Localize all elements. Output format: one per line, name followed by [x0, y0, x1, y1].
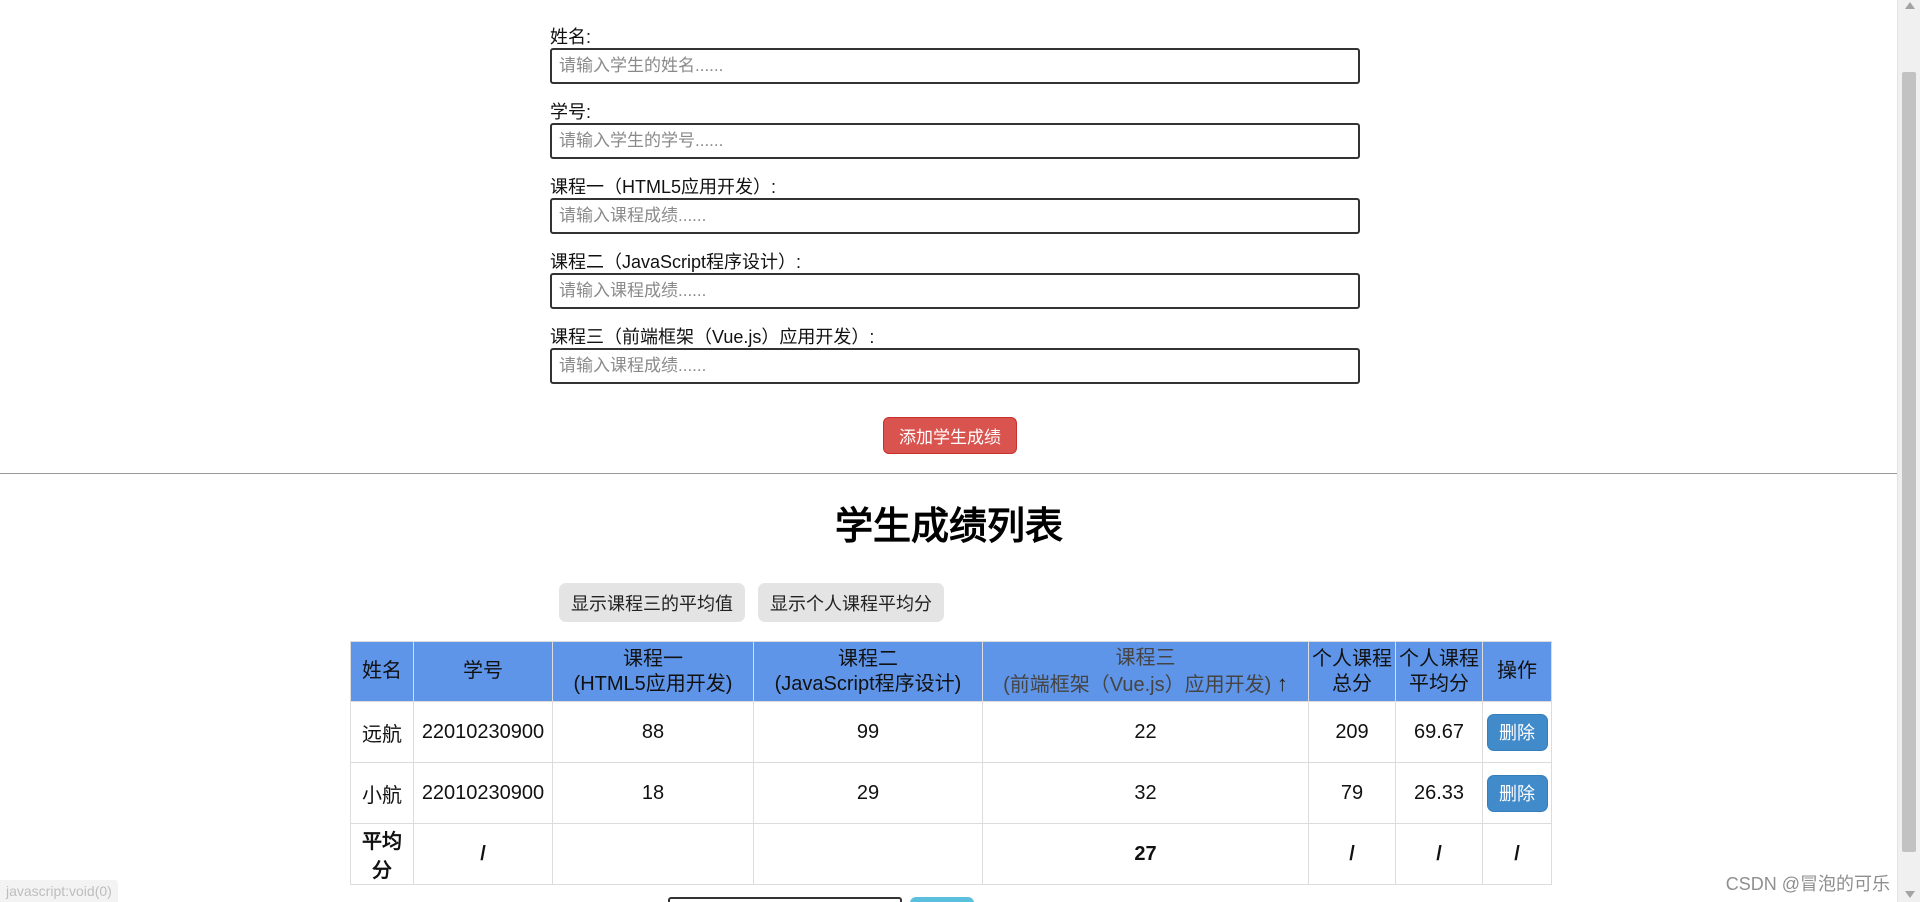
header-course2: 课程二 (JavaScript程序设计) — [753, 641, 983, 702]
add-student-score-button[interactable]: 添加学生成绩 — [883, 417, 1017, 454]
cell-course1: 18 — [552, 762, 754, 824]
scroll-down-arrow-icon[interactable] — [1905, 891, 1915, 898]
average-label: 平均分 — [350, 823, 414, 885]
search-button-partial[interactable] — [910, 897, 974, 902]
browser-status-bar: javascript:void(0) — [0, 880, 118, 902]
cell-student-id: 22010230900 — [413, 762, 553, 824]
cell-course3: 32 — [982, 762, 1309, 824]
header-course3-title: 课程三 — [1115, 646, 1176, 669]
table-row: 远航 22010230900 88 99 22 209 69.67 删除 — [350, 701, 1552, 763]
cell-total: 209 — [1308, 701, 1396, 763]
header-course1-subtitle: (HTML5应用开发) — [573, 672, 733, 695]
average-action: / — [1482, 823, 1552, 885]
header-course3-subtitle: (前端框架（Vue.js）应用开发) — [1003, 673, 1272, 696]
cell-student-id: 22010230900 — [413, 701, 553, 763]
header-action: 操作 — [1482, 641, 1552, 702]
header-average-line2: 平均分 — [1409, 672, 1469, 695]
delete-button[interactable]: 删除 — [1486, 774, 1548, 812]
average-row: 平均分 / 27 / / / — [350, 823, 1552, 885]
course2-score-input[interactable] — [550, 273, 1360, 309]
course3-field-group: 课程三（前端框架（Vue.js）应用开发）: — [550, 326, 1360, 384]
scrollbar-thumb[interactable] — [1902, 72, 1916, 852]
search-input-partial[interactable] — [668, 897, 902, 902]
scores-table: 姓名 学号 课程一 (HTML5应用开发) 课程二 (JavaScript程序设… — [350, 641, 1552, 885]
cell-course2: 99 — [753, 701, 983, 763]
course2-field-group: 课程二（JavaScript程序设计）: — [550, 251, 1360, 309]
student-id-input[interactable] — [550, 123, 1360, 159]
header-course2-subtitle: (JavaScript程序设计) — [774, 672, 962, 695]
header-course1: 课程一 (HTML5应用开发) — [552, 641, 754, 702]
course3-score-input[interactable] — [550, 348, 1360, 384]
scroll-up-arrow-icon[interactable] — [1905, 2, 1915, 9]
course1-score-input[interactable] — [550, 198, 1360, 234]
delete-button[interactable]: 删除 — [1486, 713, 1548, 751]
name-input[interactable] — [550, 48, 1360, 84]
vertical-scrollbar[interactable] — [1897, 0, 1920, 902]
cell-average: 69.67 — [1395, 701, 1483, 763]
header-total-line2: 总分 — [1332, 672, 1372, 695]
id-field-group: 学号: — [550, 101, 1360, 159]
table-row: 小航 22010230900 18 29 32 79 26.33 删除 — [350, 762, 1552, 824]
cell-course3: 22 — [982, 701, 1309, 763]
cell-total: 79 — [1308, 762, 1396, 824]
course3-label: 课程三（前端框架（Vue.js）应用开发）: — [550, 327, 875, 347]
sort-ascending-icon[interactable]: ↑ — [1277, 671, 1288, 696]
cell-course1: 88 — [552, 701, 754, 763]
average-course3: 27 — [982, 823, 1309, 885]
show-course3-average-button[interactable]: 显示课程三的平均值 — [559, 583, 745, 622]
page: 姓名: 学号: 课程一（HTML5应用开发）: 课程二（JavaScript程序… — [0, 0, 1898, 902]
header-course3-sortable[interactable]: 课程三 (前端框架（Vue.js）应用开发) ↑ — [982, 641, 1309, 702]
cell-name: 远航 — [350, 701, 414, 763]
cell-average: 26.33 — [1395, 762, 1483, 824]
average-total: / — [1308, 823, 1396, 885]
header-course2-title: 课程二 — [838, 647, 898, 670]
show-personal-average-button[interactable]: 显示个人课程平均分 — [758, 583, 944, 622]
csdn-watermark: CSDN @冒泡的可乐 — [1725, 874, 1890, 894]
cell-action: 删除 — [1482, 762, 1552, 824]
header-average-line1: 个人课程 — [1399, 647, 1479, 670]
course1-field-group: 课程一（HTML5应用开发）: — [550, 176, 1360, 234]
header-course1-title: 课程一 — [623, 647, 683, 670]
header-total-line1: 个人课程 — [1312, 647, 1392, 670]
cell-course2: 29 — [753, 762, 983, 824]
header-average: 个人课程 平均分 — [1395, 641, 1483, 702]
list-title: 学生成绩列表 — [834, 506, 1063, 548]
id-label: 学号: — [550, 102, 592, 122]
name-label: 姓名: — [550, 27, 592, 47]
average-student-id: / — [413, 823, 553, 885]
course1-label: 课程一（HTML5应用开发）: — [550, 177, 777, 197]
student-form: 姓名: 学号: 课程一（HTML5应用开发）: 课程二（JavaScript程序… — [550, 26, 1360, 401]
header-total: 个人课程 总分 — [1308, 641, 1396, 702]
header-student-id: 学号 — [413, 641, 553, 702]
header-name: 姓名 — [350, 641, 414, 702]
cell-name: 小航 — [350, 762, 414, 824]
table-header-row: 姓名 学号 课程一 (HTML5应用开发) 课程二 (JavaScript程序设… — [350, 641, 1552, 702]
section-divider — [0, 473, 1898, 474]
average-personal: / — [1395, 823, 1483, 885]
name-field-group: 姓名: — [550, 26, 1360, 84]
average-course2 — [753, 823, 983, 885]
average-course1 — [552, 823, 754, 885]
course2-label: 课程二（JavaScript程序设计）: — [550, 252, 802, 272]
cell-action: 删除 — [1482, 701, 1552, 763]
